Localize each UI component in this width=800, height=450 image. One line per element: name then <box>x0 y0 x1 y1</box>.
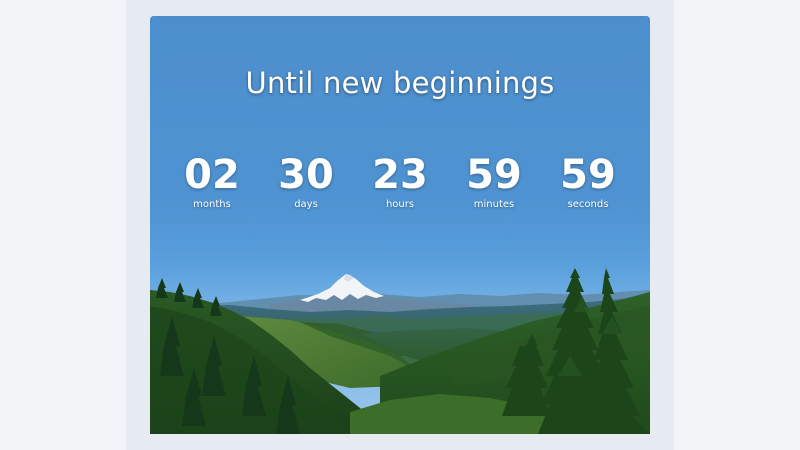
countdown-seconds: 59 seconds <box>541 152 635 218</box>
hours-label: hours <box>385 199 415 210</box>
hours-value: 23 <box>372 152 428 198</box>
days-value: 30 <box>278 152 334 198</box>
countdown-title: Until new beginnings <box>245 66 555 100</box>
countdown-minutes: 59 minutes <box>447 152 541 218</box>
months-value: 02 <box>184 152 240 198</box>
minutes-label: minutes <box>473 199 515 210</box>
days-label: days <box>294 199 318 210</box>
seconds-label: seconds <box>567 199 609 210</box>
countdown-hours: 23 hours <box>353 152 447 218</box>
countdown-months: 02 months <box>165 152 259 218</box>
countdown-days: 30 days <box>259 152 353 218</box>
countdown-timer: 02 months 30 days 23 hours 59 minutes 59… <box>165 152 635 218</box>
months-label: months <box>193 199 231 210</box>
countdown-card: Until new beginnings 02 months 30 days 2… <box>150 16 650 434</box>
minutes-value: 59 <box>466 152 522 198</box>
seconds-value: 59 <box>560 152 616 198</box>
